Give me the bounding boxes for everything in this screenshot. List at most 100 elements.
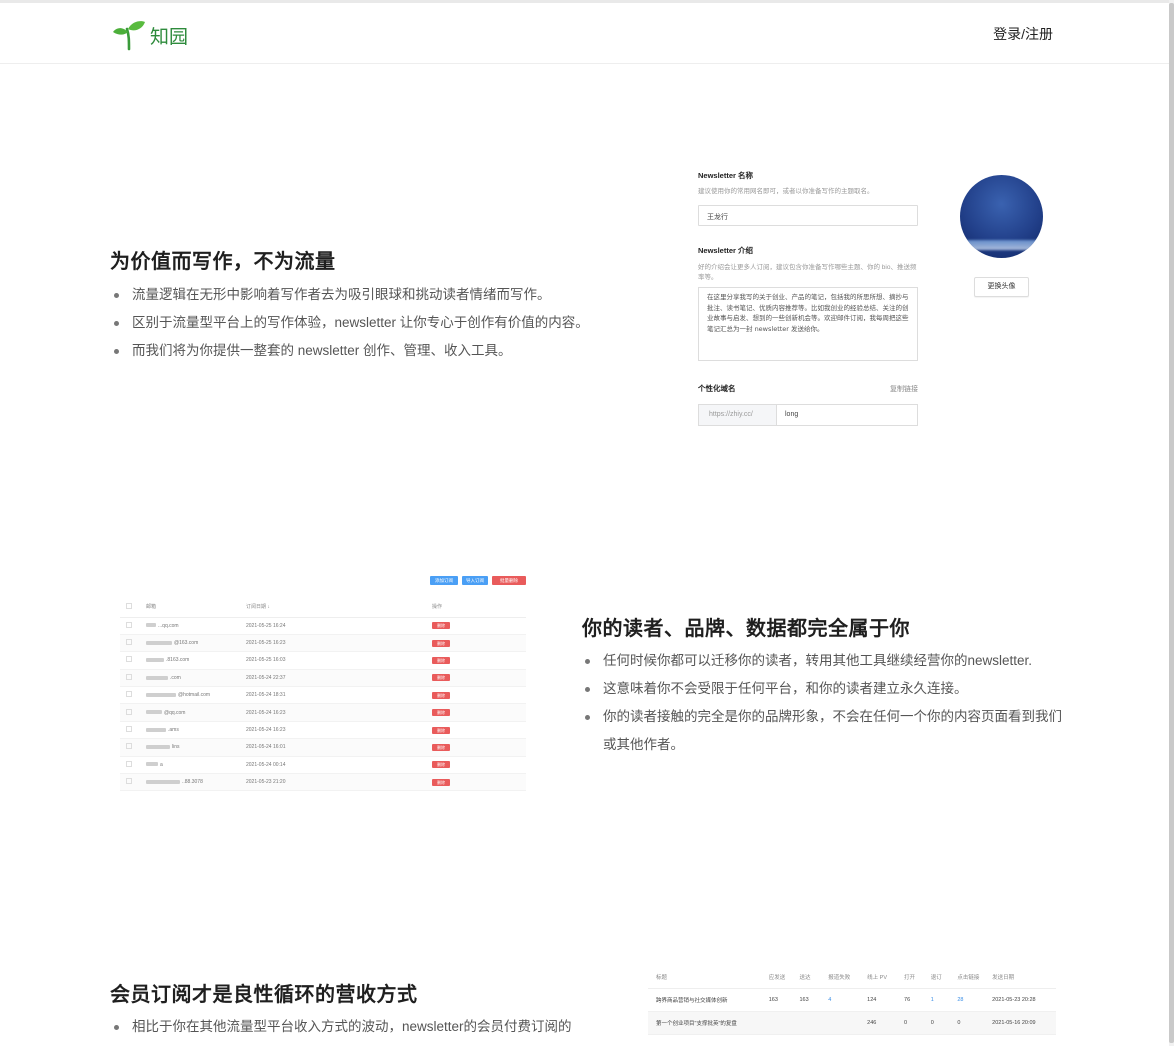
row-checkbox[interactable] — [126, 673, 132, 680]
name-label: Newsletter 名称 — [698, 171, 754, 180]
row-checkbox[interactable] — [126, 760, 132, 767]
delete-button[interactable]: 删除 — [432, 622, 450, 630]
row-select-cell — [120, 721, 140, 740]
date-column-header[interactable]: 订阅日期 ↓ — [240, 597, 426, 618]
row-select-cell — [120, 686, 140, 705]
table-row[interactable]: 第一个创业项目"支撑批英"的复盘 246 0 0 0 2021-05-16 20:09 — [648, 1011, 1056, 1035]
logo[interactable]: 知园 — [112, 19, 188, 51]
sprout-icon — [113, 21, 145, 51]
stats-cell: 跨界商品营销与社交媒体创新 — [648, 988, 761, 1012]
stats-cell — [791, 1011, 821, 1035]
brand-name: 知园 — [150, 25, 189, 48]
email-column-header: 邮箱 — [140, 597, 240, 618]
date-cell: 2021-05-25 16:23 — [240, 634, 426, 653]
email-cell: ..88.3078 — [140, 773, 240, 792]
delete-button[interactable]: 删除 — [432, 674, 450, 682]
change-avatar-button[interactable]: 更换头像 — [974, 277, 1029, 297]
date-cell: 2021-05-24 00:14 — [240, 756, 426, 775]
select-all-header — [120, 597, 140, 618]
stats-cell: 28 — [949, 988, 985, 1012]
scrollbar-thumb[interactable] — [1169, 3, 1174, 1043]
row-checkbox[interactable] — [126, 639, 132, 646]
email-cell: @hotmail.com — [140, 686, 240, 705]
site-header: 知园 登录/注册 — [0, 3, 1169, 64]
email-text: a — [160, 761, 163, 768]
action-cell: 删除 — [426, 634, 526, 653]
newsletter-name-input[interactable]: 王龙行 — [698, 205, 918, 226]
delete-button[interactable]: 删除 — [432, 691, 450, 699]
row-checkbox[interactable] — [126, 621, 132, 628]
row-checkbox[interactable] — [126, 656, 132, 663]
stats-cell — [760, 1011, 792, 1035]
newsletter-intro-textarea[interactable]: 在这里分享我写的关于创业、产品的笔记，包括我的所思所想、摘抄与批注、读书笔记、优… — [698, 287, 918, 361]
select-all-checkbox[interactable] — [126, 602, 132, 609]
email-cell: a — [140, 756, 240, 775]
section1-point: 区别于流量型平台上的写作体验，newsletter 让你专心于创作有价值的内容。 — [112, 309, 652, 337]
row-checkbox[interactable] — [126, 691, 132, 698]
table-row: a 2021-05-24 00:14 删除 — [120, 756, 526, 775]
redacted-email-bar — [146, 779, 180, 784]
email-text: .com — [170, 674, 181, 681]
date-cell: 2021-05-24 18:31 — [240, 686, 426, 705]
stats-cell: 2021-05-16 20:09 — [984, 1011, 1056, 1035]
delete-button[interactable]: 删除 — [432, 709, 450, 717]
stats-cell: 2021-05-23 20:28 — [984, 988, 1056, 1012]
stats-cell: 第一个创业项目"支撑批英"的复盘 — [648, 1011, 761, 1035]
domain-prefix: https://zhiy.cc/ — [699, 405, 777, 425]
stats-column-header: 退订 — [922, 966, 950, 989]
date-cell: 2021-05-23 21:20 — [240, 773, 426, 792]
action-cell: 删除 — [426, 721, 526, 740]
stats-cell: 163 — [760, 988, 792, 1012]
delete-button[interactable]: 删除 — [432, 726, 450, 734]
stats-cell — [820, 1011, 860, 1035]
stats-column-header: 线上 PV — [859, 966, 897, 989]
login-register-link[interactable]: 登录/注册 — [993, 24, 1053, 44]
delete-button[interactable]: 删除 — [432, 778, 450, 786]
section2-point: 你的读者接触的完全是你的品牌形象，不会在任何一个你的内容页面看到我们或其他作者。 — [583, 703, 1063, 759]
redacted-email-bar — [146, 640, 172, 645]
post-stats-table-preview: 标题 应发送 送达 报道失败 线上 PV 打开 退订 点击链接 发送日期 跨界商品营销与社交媒体… — [648, 966, 1056, 1035]
section1-title: 为价值而写作，不为流量 — [110, 251, 336, 273]
post-stats-table: 标题 应发送 送达 报道失败 线上 PV 打开 退订 点击链接 发送日期 跨界商品营销与社交媒体… — [648, 966, 1056, 1035]
row-checkbox[interactable] — [126, 778, 132, 785]
delete-button[interactable]: 删除 — [432, 656, 450, 664]
email-cell: .ams — [140, 721, 240, 740]
intro-label: Newsletter 介绍 — [698, 246, 754, 255]
stats-cell: 1 — [922, 988, 950, 1012]
domain-input[interactable]: long — [777, 405, 806, 425]
section2-point: 任何时候你都可以迁移你的读者，转用其他工具继续经营你的newsletter. — [583, 647, 1063, 675]
avatar — [960, 175, 1043, 258]
row-checkbox[interactable] — [126, 708, 132, 715]
action-cell: 删除 — [426, 669, 526, 688]
delete-button[interactable]: 删除 — [432, 639, 450, 647]
email-cell: ...qq.com — [140, 617, 240, 635]
stats-cell: 0 — [949, 1011, 985, 1035]
row-checkbox[interactable] — [126, 726, 132, 733]
delete-button[interactable]: 删除 — [432, 743, 450, 751]
scrollbar[interactable] — [1169, 0, 1174, 1046]
date-cell: 2021-05-25 16:03 — [240, 651, 426, 670]
table-row: .ams 2021-05-24 16:23 删除 — [120, 721, 526, 740]
stats-column-header: 标题 — [648, 966, 761, 989]
table-row: @qq.com 2021-05-24 16:23 删除 — [120, 703, 526, 722]
copy-link-button[interactable]: 复制链接 — [890, 384, 918, 394]
action-cell: 删除 — [426, 773, 526, 792]
date-cell: 2021-05-24 22:37 — [240, 669, 426, 688]
bulk-delete-button[interactable]: 批量删除 — [492, 576, 526, 585]
table-row: .com 2021-05-24 22:37 删除 — [120, 669, 526, 688]
stats-cell: 76 — [896, 988, 923, 1012]
delete-button[interactable]: 删除 — [432, 761, 450, 769]
redacted-email-bar — [146, 745, 170, 750]
date-cell: 2021-05-25 16:24 — [240, 617, 426, 635]
import-subscribers-button[interactable]: 导入订阅 — [462, 576, 488, 585]
stats-cell: 0 — [922, 1011, 950, 1035]
domain-label-row: 个性化域名 复制链接 — [698, 383, 918, 394]
table-row[interactable]: 跨界商品营销与社交媒体创新 163 163 4 124 76 1 28 2021-05-23 2… — [648, 988, 1056, 1012]
row-select-cell — [120, 756, 140, 775]
add-subscriber-button[interactable]: 添加订阅 — [430, 576, 458, 585]
row-checkbox[interactable] — [126, 743, 132, 750]
email-text: .ams — [168, 727, 179, 734]
redacted-email-bar — [146, 710, 162, 715]
row-select-cell — [120, 651, 140, 670]
redacted-email-bar — [146, 675, 168, 680]
